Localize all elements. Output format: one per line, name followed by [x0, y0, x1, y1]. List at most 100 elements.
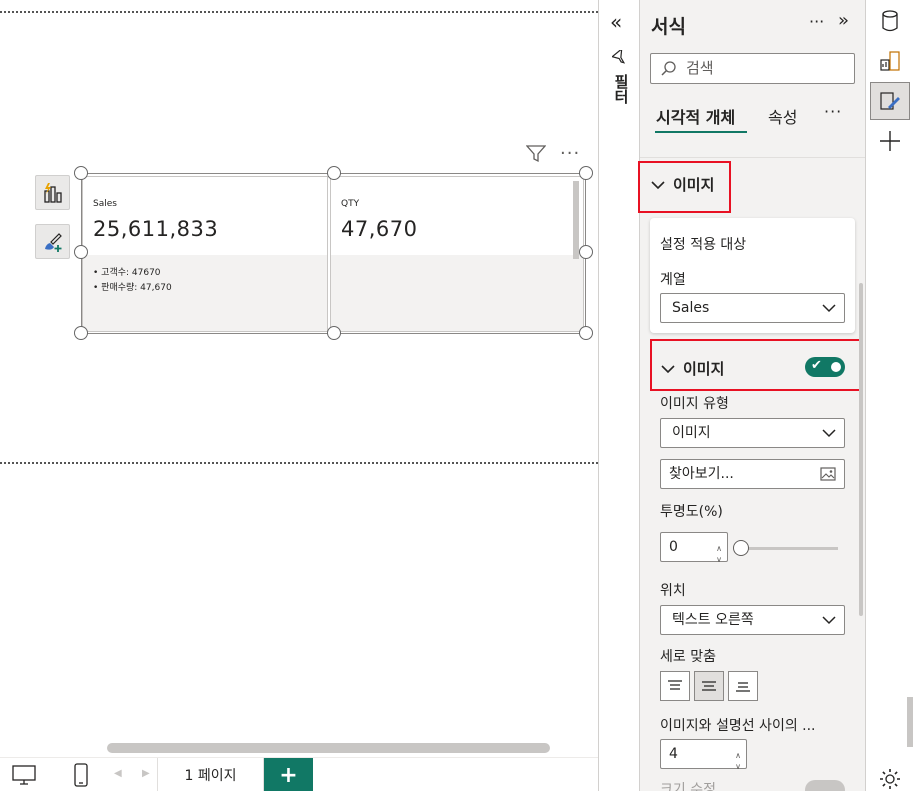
search-input[interactable]: 검색 [650, 53, 855, 84]
page-boundary-top [0, 11, 598, 13]
transparency-label: 투명도(%) [660, 504, 723, 520]
filter-icon [611, 47, 628, 70]
section-title: 이미지 [673, 176, 715, 194]
card-cell-qty[interactable]: QTY 47,670 [330, 176, 584, 332]
position-dropdown[interactable]: 텍스트 오른쪽 [660, 605, 845, 635]
format-visual-button[interactable] [35, 224, 70, 259]
tab-visual[interactable]: 시각적 개체 [656, 104, 735, 128]
filter-pane-collapsed[interactable]: « 필터 [598, 0, 640, 791]
divider [640, 157, 865, 158]
chevron-down-icon [822, 304, 836, 313]
format-pane: 서식 ··· » 검색 시각적 개체 속성 ··· 이미지 설정 적용 대상 계… [638, 0, 865, 791]
image-toggle-label: 이미지 [683, 360, 725, 378]
active-tab-indicator [655, 131, 747, 133]
transparency-input[interactable]: 0 ∧ ∨ [660, 532, 728, 564]
resize-handle[interactable] [579, 245, 593, 259]
series-label: 계열 [660, 272, 686, 288]
card-cell-sales[interactable]: Sales 25,611,833 • 고객수: 47670 • 판매수량: 47… [82, 176, 328, 332]
slider-thumb[interactable] [733, 540, 749, 556]
section-image-header[interactable]: 이미지 [651, 174, 714, 195]
image-toggle[interactable]: ✔ [805, 357, 845, 377]
image-type-dropdown[interactable]: 이미지 [660, 418, 845, 448]
plus-icon [880, 131, 900, 151]
card-scrollbar[interactable] [573, 181, 579, 259]
paintbrush-plus-icon [44, 232, 62, 252]
tab-general[interactable]: 속성 [768, 104, 797, 128]
resize-handle[interactable] [74, 326, 88, 340]
resize-handle[interactable] [74, 245, 88, 259]
resize-handle[interactable] [74, 166, 88, 180]
search-icon [660, 59, 678, 88]
canvas-horizontal-scrollbar[interactable] [107, 743, 550, 753]
browse-image-button[interactable]: 찾아보기... [660, 459, 845, 489]
card-bullet: • 고객수: 47670 [93, 268, 161, 278]
visualizations-icon [880, 51, 900, 71]
desktop-layout-icon[interactable] [12, 765, 36, 789]
image-type-value: 이미지 [672, 425, 711, 441]
chevron-down-icon [822, 616, 836, 625]
search-placeholder: 검색 [686, 59, 714, 77]
spacing-value: 4 [669, 746, 678, 762]
apply-settings-label: 설정 적용 대상 [660, 237, 747, 253]
size-toggle[interactable] [805, 780, 845, 791]
pane-scrollbar[interactable] [859, 283, 863, 616]
align-bottom-button[interactable] [728, 671, 758, 701]
page-tab[interactable]: 1 페이지 [157, 758, 264, 791]
bar-chart-lightning-icon [43, 182, 62, 203]
chevron-down-icon [651, 180, 665, 189]
format-paintbrush-icon [880, 92, 900, 110]
size-label: 크기 수정 [660, 782, 716, 791]
filter-icon[interactable] [525, 145, 547, 167]
resize-handle[interactable] [327, 326, 341, 340]
pane-title: 서식 [651, 16, 686, 38]
more-options-icon[interactable]: ··· [560, 143, 580, 164]
next-page-icon[interactable]: ▶ [142, 768, 150, 779]
add-page-button[interactable]: + [264, 758, 313, 791]
resize-handle[interactable] [327, 166, 341, 180]
chevron-down-icon [822, 429, 836, 438]
align-middle-icon [702, 681, 716, 691]
add-pane-button[interactable] [870, 122, 910, 160]
spin-down-icon[interactable]: ∨ [716, 546, 722, 574]
align-bottom-icon [736, 682, 750, 692]
chevron-down-icon [661, 364, 675, 373]
previous-page-icon[interactable]: ◀ [114, 768, 122, 779]
build-visual-button[interactable] [35, 175, 70, 210]
image-icon [820, 467, 836, 481]
align-top-button[interactable] [660, 671, 690, 701]
resize-handle[interactable] [579, 166, 593, 180]
check-icon: ✔ [811, 358, 822, 373]
image-type-label: 이미지 유형 [660, 396, 729, 412]
series-value: Sales [672, 300, 710, 316]
expand-filters-icon[interactable]: « [610, 10, 622, 34]
browse-label: 찾아보기... [669, 466, 734, 482]
card-category: QTY [341, 199, 360, 209]
transparency-value: 0 [669, 539, 678, 555]
settings-button[interactable] [870, 760, 910, 791]
format-pane-button[interactable] [870, 82, 910, 120]
card-value: 25,611,833 [93, 217, 219, 241]
spacing-input[interactable]: 4 ∧ ∨ [660, 739, 747, 771]
filter-pane-label: 필터 [612, 74, 630, 104]
position-label: 위치 [660, 583, 686, 599]
mobile-layout-icon[interactable] [74, 763, 88, 791]
report-canvas[interactable]: ··· Sales 25,611,833 • 고객수: 47670 • 판매수량… [0, 0, 598, 757]
rail-scrollbar[interactable] [907, 697, 913, 747]
data-pane-button[interactable] [870, 2, 910, 40]
transparency-slider[interactable] [740, 547, 838, 550]
tabs-more-icon[interactable]: ··· [824, 102, 842, 121]
series-dropdown[interactable]: Sales [660, 293, 845, 323]
gear-icon [880, 769, 900, 789]
position-value: 텍스트 오른쪽 [672, 612, 754, 628]
page-navigation-bar: ◀ ▶ 1 페이지 + [0, 757, 598, 791]
resize-handle[interactable] [579, 326, 593, 340]
spin-down-icon[interactable]: ∨ [735, 753, 741, 781]
align-middle-button[interactable] [694, 671, 724, 701]
image-toggle-header[interactable]: 이미지 [661, 358, 724, 379]
page-boundary-bottom [0, 462, 598, 464]
card-category: Sales [93, 199, 117, 209]
collapse-pane-icon[interactable]: » [838, 10, 849, 31]
visualizations-pane-button[interactable] [870, 42, 910, 80]
card-bullet: • 판매수량: 47,670 [93, 283, 172, 293]
pane-more-icon[interactable]: ··· [809, 12, 824, 31]
